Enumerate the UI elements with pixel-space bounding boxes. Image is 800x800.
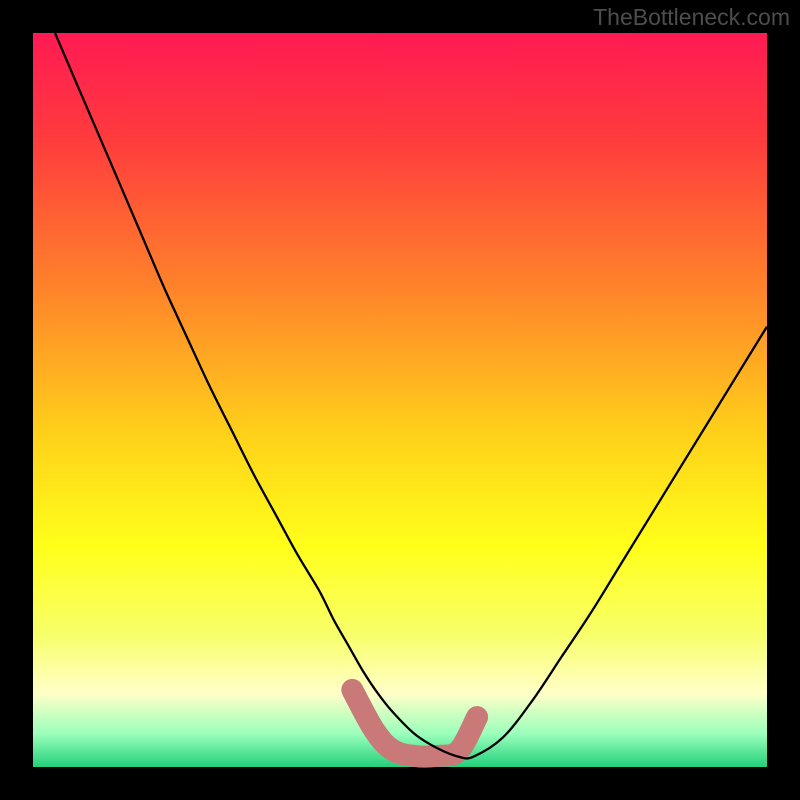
plot-background [33, 33, 767, 767]
chart-frame: TheBottleneck.com [0, 0, 800, 800]
watermark-text: TheBottleneck.com [593, 4, 790, 31]
bottleneck-chart [0, 0, 800, 800]
